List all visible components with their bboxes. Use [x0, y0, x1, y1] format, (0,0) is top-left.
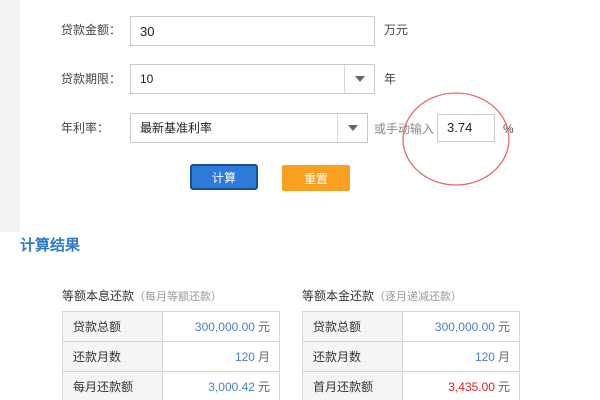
equal-principal-table: 贷款总额 300,000.00 元 还款月数 120 月 首月还款额 3,435.0… [302, 311, 520, 400]
value-unit: 元 [497, 320, 510, 334]
row-value: 300,000.00 元 [402, 311, 520, 342]
table-row: 每月还款额 3,000.42 元 [62, 371, 280, 400]
equal-installment-caption-main: 等额本息还款 [62, 289, 135, 303]
table-row: 首月还款额 3,435.00 元 [302, 371, 520, 400]
results-title: 计算结果 [20, 237, 81, 254]
table-row: 贷款总额 300,000.00 元 [62, 311, 280, 342]
row-value: 120 月 [402, 341, 520, 372]
interest-rate-dropdown-button[interactable] [337, 114, 367, 142]
chevron-down-icon [354, 76, 365, 82]
equal-installment-table: 贷款总额 300,000.00 元 还款月数 120 月 每月还款额 3,000.4… [62, 311, 280, 400]
value-number: 300,000.00 [194, 320, 255, 334]
interest-rate-label: 年利率： [61, 121, 110, 135]
row-label: 还款月数 [62, 341, 163, 372]
equal-installment-caption-sub: （每月等额还款） [134, 291, 223, 303]
loan-amount-unit: 万元 [384, 23, 409, 37]
value-unit: 元 [497, 380, 510, 394]
left-background-strip [0, 0, 20, 232]
loan-term-unit: 年 [384, 72, 397, 86]
value-unit: 月 [497, 350, 510, 364]
value-unit: 月 [257, 350, 270, 364]
value-unit: 元 [257, 380, 270, 394]
table-row: 还款月数 120 月 [302, 341, 520, 372]
row-label: 每月还款额 [62, 371, 163, 400]
chevron-down-icon [347, 125, 358, 131]
row-value: 300,000.00 元 [162, 311, 280, 342]
row-value: 120 月 [162, 341, 280, 372]
interest-rate-select[interactable]: 最新基准利率 [130, 113, 368, 143]
loan-term-dropdown-button[interactable] [344, 65, 374, 93]
calculate-button[interactable]: 计算 [190, 164, 258, 190]
value-unit: 元 [257, 320, 270, 334]
row-label: 贷款总额 [302, 311, 403, 342]
equal-installment-caption: 等额本息还款（每月等额还款） [62, 288, 222, 305]
row-value: 3,435.00 元 [402, 371, 520, 400]
row-label: 贷款总额 [62, 311, 163, 342]
table-row: 还款月数 120 月 [62, 341, 280, 372]
equal-principal-caption-main: 等额本金还款 [302, 289, 375, 303]
loan-term-select[interactable]: 10 [130, 64, 375, 94]
equal-principal-caption-sub: （逐月递减还款） [374, 291, 463, 303]
value-number: 300,000.00 [434, 320, 495, 334]
value-number: 120 [474, 350, 495, 364]
loan-amount-input[interactable] [130, 16, 375, 46]
reset-button[interactable]: 重置 [282, 165, 350, 191]
annotation-circle [402, 92, 510, 186]
row-label: 还款月数 [302, 341, 403, 372]
interest-rate-selected: 最新基准利率 [140, 121, 213, 135]
value-number: 120 [234, 350, 255, 364]
equal-principal-caption: 等额本金还款（逐月递减还款） [302, 288, 462, 305]
value-number: 3,000.42 [208, 380, 255, 394]
value-number: 3,435.00 [448, 380, 495, 394]
loan-term-value: 10 [140, 72, 154, 86]
loan-term-label: 贷款期限： [61, 72, 122, 86]
row-value: 3,000.42 元 [162, 371, 280, 400]
table-row: 贷款总额 300,000.00 元 [302, 311, 520, 342]
loan-amount-label: 贷款金额： [61, 23, 122, 37]
row-label: 首月还款额 [302, 371, 403, 400]
